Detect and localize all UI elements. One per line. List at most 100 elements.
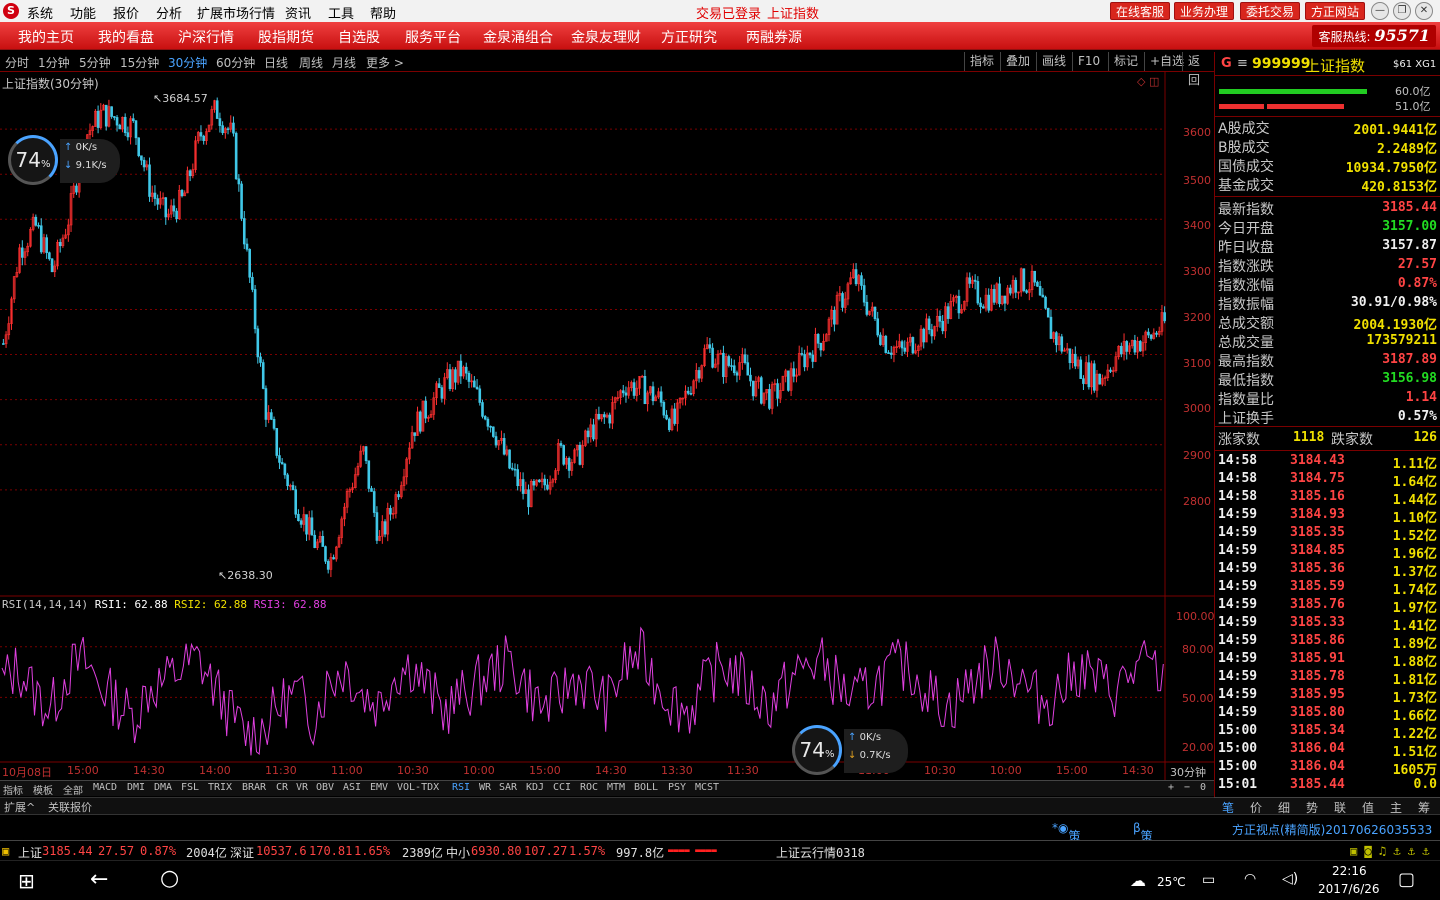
tick-row[interactable]: 14:59 3185.80 1.66亿 xyxy=(1218,705,1437,724)
tick-row[interactable]: 15:00 3186.04 1605万 xyxy=(1218,759,1437,778)
indicator-tab[interactable]: KDJ xyxy=(526,782,544,793)
tick-row[interactable]: 14:59 3185.35 1.52亿 xyxy=(1218,525,1437,544)
g-icon[interactable]: G xyxy=(1221,56,1232,71)
indicator-tab[interactable]: ROC xyxy=(580,782,598,793)
tick-row[interactable]: 14:58 3184.75 1.64亿 xyxy=(1218,471,1437,490)
tick-row[interactable]: 15:01 3185.44 0.0 xyxy=(1218,777,1437,795)
indicator-tab[interactable]: CR xyxy=(276,782,288,793)
indicator-tab[interactable]: MCST xyxy=(695,782,719,793)
kline-chart[interactable] xyxy=(0,72,1214,780)
period-30min[interactable]: 30分钟 xyxy=(168,54,207,71)
website-button[interactable]: 方正网站 xyxy=(1305,2,1366,20)
tool-draw[interactable]: 画线 xyxy=(1036,52,1071,71)
indicator-tab[interactable]: FSL xyxy=(181,782,199,793)
period-1min[interactable]: 1分钟 xyxy=(38,54,70,71)
menu-icon[interactable]: ≡ xyxy=(1237,56,1248,71)
menu-item-tools[interactable]: 工具 xyxy=(328,3,354,22)
indicator-tab[interactable]: MTM xyxy=(607,782,625,793)
indicator-tab[interactable]: MACD xyxy=(93,782,117,793)
chart-area[interactable]: 上证指数(30分钟) ◇ ◫ ↖3684.57 ↖2638.30 3600 35… xyxy=(0,72,1215,797)
expand-tab[interactable]: 扩展^ xyxy=(4,799,35,815)
indicator-tab[interactable]: WR xyxy=(479,782,491,793)
tick-row[interactable]: 14:59 3185.36 1.37亿 xyxy=(1218,561,1437,580)
tick-row[interactable]: 14:59 3185.91 1.88亿 xyxy=(1218,651,1437,670)
nav-research[interactable]: 方正研究 xyxy=(661,27,717,47)
business-button[interactable]: 业务办理 xyxy=(1174,2,1235,20)
menu-item-news[interactable]: 资讯 xyxy=(285,3,311,22)
tool-back[interactable]: 返回 xyxy=(1182,52,1214,87)
period-60min[interactable]: 60分钟 xyxy=(216,54,255,71)
trade-button[interactable]: 委托交易 xyxy=(1240,2,1301,20)
indicator-tab[interactable]: BOLL xyxy=(634,782,658,793)
restore-icon[interactable]: ❐ xyxy=(1393,2,1411,20)
back-icon[interactable]: ← xyxy=(90,867,108,892)
zoom-control[interactable]: + xyxy=(1168,782,1174,793)
nav-home[interactable]: 我的主页 xyxy=(18,27,74,47)
folder-icon[interactable]: ▣ xyxy=(2,844,9,858)
indicator-tab[interactable]: 全部 xyxy=(63,782,83,797)
tool-overlay[interactable]: 叠加 xyxy=(1000,52,1035,71)
tick-row[interactable]: 14:59 3185.78 1.81亿 xyxy=(1218,669,1437,688)
zoom-control[interactable]: 0 xyxy=(1200,782,1206,793)
menu-item-system[interactable]: 系统 xyxy=(27,3,53,22)
period-week[interactable]: 周线 xyxy=(299,54,323,71)
period-month[interactable]: 月线 xyxy=(332,54,356,71)
menu-item-help[interactable]: 帮助 xyxy=(370,3,396,22)
indicator-tab[interactable]: DMI xyxy=(127,782,145,793)
nav-portfolio[interactable]: 金泉涌组合 xyxy=(483,27,553,47)
indicator-tab[interactable]: EMV xyxy=(370,782,388,793)
nav-watch[interactable]: 我的看盘 xyxy=(98,27,154,47)
close-icon[interactable]: ✕ xyxy=(1415,2,1433,20)
nav-wealth[interactable]: 金泉友理财 xyxy=(571,27,641,47)
volume-icon[interactable]: ◁) xyxy=(1282,871,1298,887)
tick-row[interactable]: 14:59 3185.95 1.73亿 xyxy=(1218,687,1437,706)
indicator-tab[interactable]: 模板 xyxy=(33,782,53,797)
indicator-tab[interactable]: BRAR xyxy=(242,782,266,793)
battery-icon[interactable]: ▭ xyxy=(1202,872,1215,888)
menu-item-analysis[interactable]: 分析 xyxy=(156,3,182,22)
strategy-select-link[interactable]: *◉ 策略选股 xyxy=(1052,821,1081,894)
indicator-tab[interactable]: CCI xyxy=(553,782,571,793)
nav-service[interactable]: 服务平台 xyxy=(405,27,461,47)
online-service-button[interactable]: 在线客服 xyxy=(1110,2,1171,20)
menu-item-function[interactable]: 功能 xyxy=(70,3,96,22)
tick-row[interactable]: 14:59 3185.86 1.89亿 xyxy=(1218,633,1437,652)
indicator-tab[interactable]: ASI xyxy=(343,782,361,793)
tick-row[interactable]: 14:59 3185.76 1.97亿 xyxy=(1218,597,1437,616)
nav-futures[interactable]: 股指期货 xyxy=(258,27,314,47)
indicator-tab[interactable]: VR xyxy=(296,782,308,793)
indicator-tab[interactable]: DMA xyxy=(154,782,172,793)
tick-row[interactable]: 15:00 3186.04 1.51亿 xyxy=(1218,741,1437,760)
indicator-tab[interactable]: SAR xyxy=(499,782,517,793)
nav-favorites[interactable]: 自选股 xyxy=(338,27,380,47)
tick-row[interactable]: 15:00 3185.34 1.22亿 xyxy=(1218,723,1437,742)
menu-item-quote[interactable]: 报价 xyxy=(113,3,139,22)
tick-row[interactable]: 14:59 3184.85 1.96亿 xyxy=(1218,543,1437,562)
related-quote-tab[interactable]: 关联报价 xyxy=(48,799,92,815)
indicator-tab[interactable]: OBV xyxy=(316,782,334,793)
notification-icon[interactable]: ▢ xyxy=(1398,869,1415,890)
nav-hs-market[interactable]: 沪深行情 xyxy=(178,27,234,47)
indicator-tab[interactable]: 指标 xyxy=(3,782,23,797)
period-tick[interactable]: 分时 xyxy=(5,54,29,71)
cortana-icon[interactable]: ○ xyxy=(160,866,179,891)
tick-row[interactable]: 14:59 3185.59 1.74亿 xyxy=(1218,579,1437,598)
start-icon[interactable]: ⊞ xyxy=(18,869,35,893)
strategy-op-link[interactable]: β 策略操作 xyxy=(1133,821,1153,894)
tool-mark[interactable]: 标记 xyxy=(1108,52,1143,71)
nav-margin[interactable]: 两融券源 xyxy=(746,27,802,47)
period-15min[interactable]: 15分钟 xyxy=(120,54,159,71)
tool-indicator[interactable]: 指标 xyxy=(964,52,999,71)
zoom-control[interactable]: − xyxy=(1184,782,1190,793)
indicator-tab[interactable]: PSY xyxy=(668,782,686,793)
menu-item-ext-market[interactable]: 扩展市场行情 xyxy=(197,3,275,22)
tool-f10[interactable]: F10 xyxy=(1072,52,1105,71)
period-day[interactable]: 日线 xyxy=(264,54,288,71)
period-more[interactable]: 更多 > xyxy=(366,54,404,71)
tick-row[interactable]: 14:58 3185.16 1.44亿 xyxy=(1218,489,1437,508)
tick-row[interactable]: 14:59 3184.93 1.10亿 xyxy=(1218,507,1437,526)
tick-row[interactable]: 14:58 3184.43 1.11亿 xyxy=(1218,453,1437,472)
view-link[interactable]: 方正视点(精简版)20170626035533 xyxy=(1232,821,1432,838)
wifi-icon[interactable]: ◠ xyxy=(1244,871,1256,887)
indicator-tab[interactable]: RSI xyxy=(452,782,470,793)
